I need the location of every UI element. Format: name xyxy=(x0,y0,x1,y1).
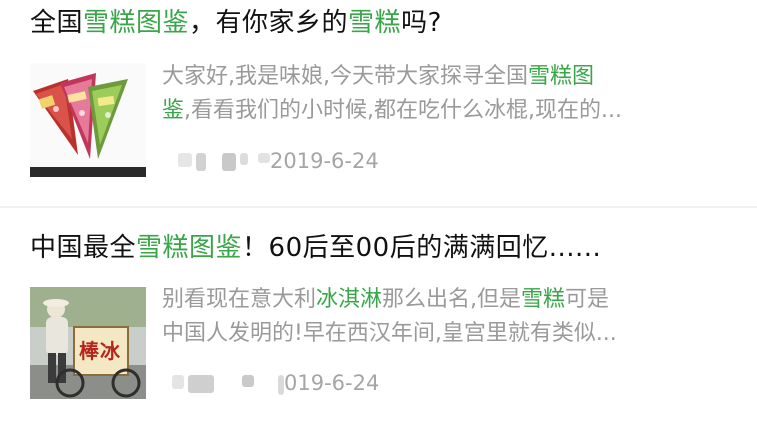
summary-line: 大家好,我是味娘,今天带大家探寻全国雪糕图 xyxy=(162,64,595,89)
summary-line: 中国人发明的!早在西汉年间,皇宫里就有类似... xyxy=(162,321,617,346)
blurred-source-name xyxy=(188,375,214,393)
summary-line: 别看现在意大利冰淇淋那么出名,但是雪糕可是 xyxy=(162,287,610,312)
blurred-source-name xyxy=(196,153,206,171)
result-thumbnail[interactable] xyxy=(30,63,146,177)
result-thumbnail[interactable]: 棒冰 xyxy=(30,287,146,399)
result-meta: 019-6-24 xyxy=(166,369,466,399)
result-title[interactable]: 中国最全雪糕图鉴！60后至00后的满满回忆...... xyxy=(30,231,601,265)
publish-date: 019-6-24 xyxy=(284,371,380,395)
publish-date: 2019-6-24 xyxy=(270,149,379,173)
blurred-source-name xyxy=(172,375,184,389)
blurred-source-name xyxy=(258,153,270,163)
blurred-source-name xyxy=(222,153,236,171)
blurred-source-name xyxy=(242,375,254,387)
blurred-source-name xyxy=(240,153,248,165)
divider xyxy=(0,206,757,208)
search-result[interactable]: 全国雪糕图鉴，有你家乡的雪糕吗? 大家好,我是味娘,今天带大家探寻全国雪糕图 鉴… xyxy=(0,0,757,207)
result-title[interactable]: 全国雪糕图鉴，有你家乡的雪糕吗? xyxy=(30,6,442,40)
result-summary: 别看现在意大利冰淇淋那么出名,但是雪糕可是 中国人发明的!早在西汉年间,皇宫里就… xyxy=(162,283,737,351)
summary-line: 鉴,看看我们的小时候,都在吃什么冰棍,现在的... xyxy=(162,98,622,123)
ice-cream-cones-photo xyxy=(30,63,146,177)
ice-box-sign: 棒冰 xyxy=(79,339,121,363)
result-meta: 2019-6-24 xyxy=(166,147,466,177)
result-summary: 大家好,我是味娘,今天带大家探寻全国雪糕图 鉴,看看我们的小时候,都在吃什么冰棍… xyxy=(162,60,737,128)
blurred-source-name xyxy=(178,153,192,167)
search-result[interactable]: 中国最全雪糕图鉴！60后至00后的满满回忆...... 棒冰 别看现在意大利冰淇… xyxy=(0,209,757,429)
